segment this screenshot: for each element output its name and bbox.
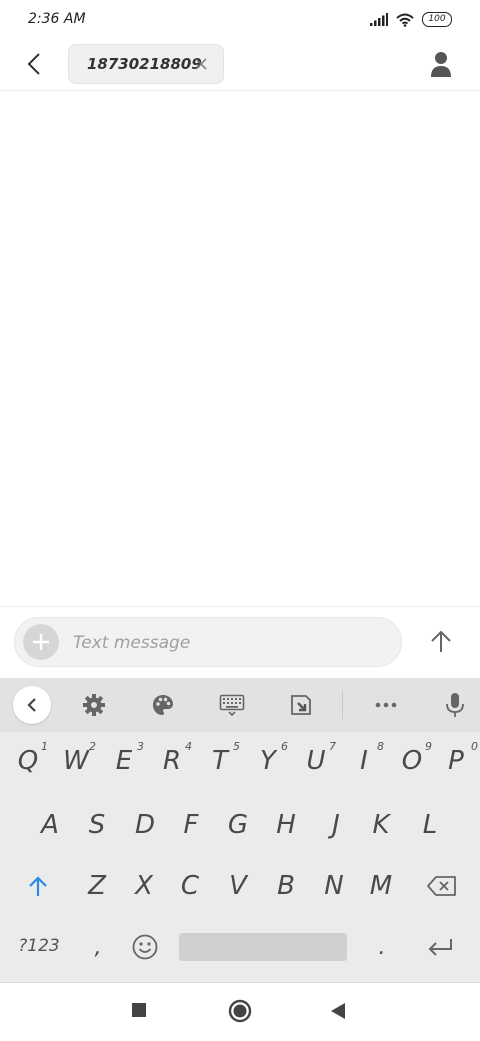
key-r[interactable]: R4 (148, 734, 196, 788)
key-i[interactable]: I8 (340, 734, 388, 788)
clipboard-icon (291, 695, 311, 715)
theme-button[interactable] (149, 691, 177, 719)
more-options-button[interactable] (372, 691, 400, 719)
key-x[interactable]: X (120, 859, 168, 913)
key-u-hint: 7 (329, 740, 336, 753)
key-j[interactable]: J (312, 798, 360, 852)
key-d[interactable]: D (121, 798, 169, 852)
key-y[interactable]: Y6 (244, 734, 292, 788)
recipient-chip[interactable]: 18730218809 (68, 44, 224, 84)
key-t[interactable]: T5 (196, 734, 244, 788)
voice-input-button[interactable] (441, 691, 469, 719)
key-n[interactable]: N (310, 859, 358, 913)
key-z[interactable]: Z (73, 859, 121, 913)
back-button[interactable] (22, 50, 46, 78)
message-list[interactable] (0, 91, 480, 606)
key-period[interactable]: . (358, 920, 406, 974)
space-bar[interactable] (179, 933, 347, 961)
emoji-face-icon (132, 934, 158, 960)
key-p-hint: 0 (471, 740, 478, 753)
key-m[interactable]: M (357, 859, 405, 913)
backspace-key[interactable] (418, 859, 466, 913)
recent-apps-button[interactable] (131, 1002, 149, 1020)
palette-icon (153, 695, 173, 715)
emoji-key[interactable] (121, 920, 169, 974)
more-dots-icon (375, 702, 397, 708)
contact-button[interactable] (428, 50, 454, 78)
key-y-hint: 6 (281, 740, 288, 753)
remove-recipient-button[interactable] (193, 56, 209, 72)
clipboard-button[interactable] (287, 691, 315, 719)
plus-icon (33, 634, 49, 650)
back-arrow-icon (27, 53, 40, 75)
keyboard-settings-button[interactable] (80, 691, 108, 719)
wifi-icon (396, 13, 414, 27)
back-triangle-icon (331, 1003, 345, 1019)
compose-box[interactable] (14, 617, 402, 667)
battery-icon: 100 (422, 12, 452, 27)
keyboard-icon (219, 694, 245, 717)
key-q[interactable]: Q1 (4, 734, 52, 788)
backspace-icon (427, 876, 456, 896)
status-bar: 2:36 AM 100 (0, 0, 480, 42)
status-icons: 100 (370, 12, 452, 27)
send-button[interactable] (424, 625, 458, 659)
attach-button[interactable] (23, 624, 59, 660)
keyboard: Q1 W2 E3 R4 T5 Y6 U7 I8 O9 P0 A S D F G … (0, 678, 480, 982)
compose-bar (0, 606, 480, 679)
key-c[interactable]: C (166, 859, 214, 913)
shift-arrow-icon (29, 876, 47, 896)
key-s[interactable]: S (73, 798, 121, 852)
key-e[interactable]: E3 (100, 734, 148, 788)
key-o-hint: 9 (425, 740, 432, 753)
key-w[interactable]: W2 (52, 734, 100, 788)
key-u[interactable]: U7 (292, 734, 340, 788)
enter-arrow-icon (428, 939, 452, 956)
home-circle-icon (228, 999, 252, 1023)
shift-key[interactable] (14, 859, 62, 913)
contact-icon (431, 52, 451, 77)
keyboard-layout-button[interactable] (218, 691, 246, 719)
key-o[interactable]: O9 (388, 734, 436, 788)
key-a[interactable]: A (26, 798, 74, 852)
key-q-hint: 1 (41, 740, 48, 753)
collapse-toolbar-button[interactable] (13, 686, 51, 724)
close-icon (195, 58, 207, 70)
key-p[interactable]: P0 (432, 734, 480, 788)
chevron-left-icon (27, 698, 36, 712)
key-l[interactable]: L (406, 798, 454, 852)
send-arrow-icon (431, 630, 451, 652)
microphone-icon (446, 693, 464, 717)
enter-key[interactable] (416, 920, 464, 974)
key-f[interactable]: F (167, 798, 215, 852)
navigation-bar (0, 982, 480, 1041)
key-k[interactable]: K (357, 798, 405, 852)
message-input[interactable] (71, 624, 395, 662)
status-time: 2:36 AM (28, 11, 86, 27)
conversation-header: 18730218809 (0, 42, 480, 91)
key-i-hint: 8 (377, 740, 384, 753)
key-g[interactable]: G (214, 798, 262, 852)
system-back-button[interactable] (330, 1002, 348, 1020)
key-r-hint: 4 (185, 740, 192, 753)
key-comma[interactable]: , (74, 920, 122, 974)
signal-icon (370, 13, 388, 26)
keyboard-toolbar (0, 678, 480, 732)
toolbar-divider (342, 691, 343, 719)
key-h[interactable]: H (262, 798, 310, 852)
key-e-hint: 3 (137, 740, 144, 753)
settings-gear-icon (83, 694, 105, 716)
key-b[interactable]: B (262, 859, 310, 913)
recent-apps-square-icon (132, 1003, 146, 1017)
key-w-hint: 2 (89, 740, 96, 753)
recipient-number: 18730218809 (87, 55, 202, 73)
key-t-hint: 5 (233, 740, 240, 753)
key-v[interactable]: V (214, 859, 262, 913)
home-button[interactable] (228, 999, 252, 1023)
symbols-key[interactable]: ?123 (14, 926, 64, 966)
